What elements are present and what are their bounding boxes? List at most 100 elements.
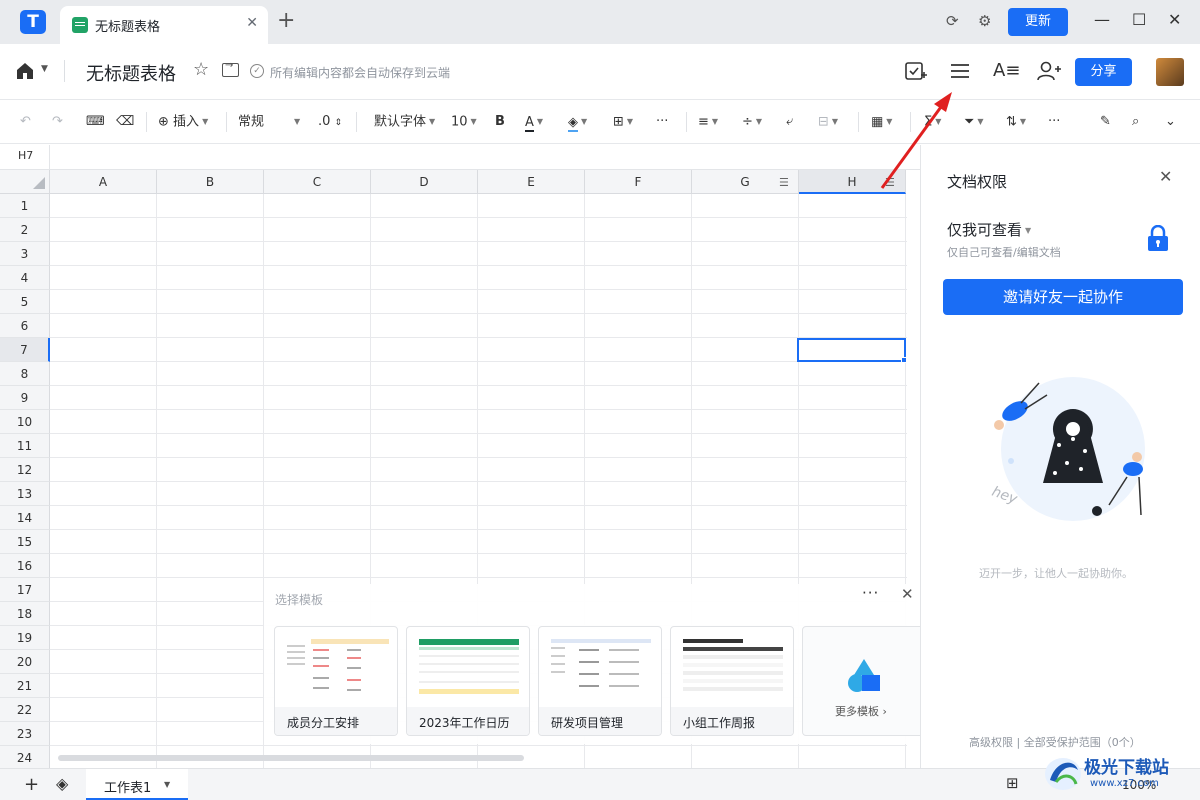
column-header[interactable]: C	[264, 170, 371, 194]
row-header[interactable]: 4	[0, 266, 50, 290]
row-header[interactable]: 17	[0, 578, 50, 602]
refresh-icon[interactable]: ⟳	[946, 12, 959, 30]
wrap-text-icon[interactable]: ⤶	[786, 113, 793, 131]
search-icon[interactable]: ⌕	[1132, 113, 1139, 131]
share-button[interactable]: 分享	[1075, 58, 1132, 86]
column-header[interactable]: A	[50, 170, 157, 194]
font-size-select[interactable]: 10 ▼	[451, 113, 477, 132]
avatar[interactable]	[1156, 58, 1184, 86]
insert-button[interactable]: ⊕ 插入 ▼	[158, 113, 208, 132]
merge-cells-button[interactable]: ⊟ ▼	[818, 113, 838, 132]
template-card[interactable]: 成员分工安排	[274, 626, 398, 736]
more-templates-card[interactable]: 更多模板 ›	[802, 626, 926, 736]
row-header[interactable]: 5	[0, 290, 50, 314]
row-header[interactable]: 10	[0, 410, 50, 434]
cell-reference[interactable]: H7	[18, 149, 33, 162]
column-header[interactable]: F	[585, 170, 692, 194]
new-tab-icon[interactable]: +	[277, 9, 295, 33]
row-header[interactable]: 12	[0, 458, 50, 482]
row-header[interactable]: 8	[0, 362, 50, 386]
row-header[interactable]: 22	[0, 698, 50, 722]
row-header[interactable]: 1	[0, 194, 50, 218]
row-header[interactable]: 21	[0, 674, 50, 698]
document-title[interactable]: 无标题表格	[86, 60, 176, 86]
layers-icon[interactable]: ◈	[56, 774, 68, 793]
conditional-format-button[interactable]: ▦ ▼	[871, 113, 892, 132]
filter-button[interactable]: ⏷ ▼	[964, 113, 984, 132]
edit-mode-icon[interactable]: ✎	[1100, 113, 1111, 131]
font-family-select[interactable]: 默认字体 ▼	[374, 113, 435, 132]
sort-button[interactable]: ⇅ ▼	[1006, 113, 1026, 132]
close-icon[interactable]: ✕	[901, 585, 914, 603]
home-icon[interactable]	[16, 62, 34, 80]
more-tools-icon[interactable]: ···	[1048, 113, 1060, 131]
select-all-corner[interactable]	[0, 170, 50, 194]
row-header[interactable]: 9	[0, 386, 50, 410]
view-grid-icon[interactable]: ⊞	[1006, 774, 1019, 792]
move-icon[interactable]	[222, 60, 239, 77]
sheet-tab[interactable]: 工作表1 ▼	[86, 769, 188, 800]
template-card[interactable]: 小组工作周报	[670, 626, 794, 736]
row-header[interactable]: 20	[0, 650, 50, 674]
close-panel-icon[interactable]: ✕	[1159, 167, 1172, 186]
eraser-icon[interactable]: ⌫	[116, 113, 134, 131]
row-header[interactable]: 15	[0, 530, 50, 554]
column-filter-icon[interactable]: ☰	[885, 176, 895, 189]
row-header[interactable]: 3	[0, 242, 50, 266]
horizontal-scrollbar[interactable]	[58, 755, 524, 761]
close-window-icon[interactable]: ✕	[1168, 10, 1181, 29]
font-color-button[interactable]: A ▼	[525, 113, 543, 132]
add-sheet-icon[interactable]: +	[24, 774, 39, 795]
redo-icon[interactable]: ↷	[52, 113, 63, 131]
column-header[interactable]: E	[478, 170, 585, 194]
row-header[interactable]: 2	[0, 218, 50, 242]
vertical-align-button[interactable]: ÷ ▼	[742, 113, 762, 132]
row-header[interactable]: 19	[0, 626, 50, 650]
minimize-icon[interactable]: —	[1094, 10, 1110, 29]
settings-icon[interactable]: ⚙	[978, 12, 991, 30]
more-format-icon[interactable]: ···	[656, 113, 668, 131]
document-tab[interactable]: 无标题表格 ✕	[60, 6, 268, 44]
row-header-selected[interactable]: 7	[0, 338, 50, 362]
template-card[interactable]: 2023年工作日历	[406, 626, 530, 736]
column-header[interactable]: B	[157, 170, 264, 194]
selected-cell[interactable]	[797, 338, 906, 362]
maximize-icon[interactable]: ☐	[1132, 10, 1146, 29]
permission-select[interactable]: 仅我可查看 ▼	[947, 219, 1031, 240]
fill-color-button[interactable]: ◈ ▼	[568, 113, 587, 132]
bold-button[interactable]: B	[495, 113, 505, 131]
row-header[interactable]: 23	[0, 722, 50, 746]
invite-collaborate-button[interactable]: 邀请好友一起协作	[943, 279, 1183, 315]
format-painter-icon[interactable]: ⌨	[86, 113, 105, 131]
number-format-select[interactable]: 常规 ▼	[238, 113, 300, 132]
star-icon[interactable]: ☆	[193, 59, 209, 80]
row-header[interactable]: 13	[0, 482, 50, 506]
row-header[interactable]: 16	[0, 554, 50, 578]
home-dropdown-icon[interactable]: ▼	[41, 64, 48, 74]
borders-button[interactable]: ⊞ ▼	[613, 113, 633, 132]
row-header[interactable]: 14	[0, 506, 50, 530]
fill-handle[interactable]	[901, 357, 907, 363]
column-header[interactable]: D	[371, 170, 478, 194]
row-header[interactable]: 18	[0, 602, 50, 626]
row-header[interactable]: 6	[0, 314, 50, 338]
column-filter-icon[interactable]: ☰	[779, 176, 789, 189]
template-card[interactable]: 研发项目管理	[538, 626, 662, 736]
text-format-icon[interactable]: A≡	[993, 59, 1020, 83]
checklist-icon[interactable]	[904, 60, 928, 82]
sheet-dropdown-icon[interactable]: ▼	[164, 780, 170, 789]
more-options-icon[interactable]: ···	[862, 584, 879, 602]
app-logo-icon[interactable]: T	[20, 10, 46, 34]
decimal-stepper[interactable]: .0 ⇕	[318, 113, 342, 132]
align-button[interactable]: ≡ ▼	[698, 113, 718, 132]
update-button[interactable]: 更新	[1008, 8, 1068, 36]
menu-icon[interactable]	[950, 62, 970, 80]
add-user-icon[interactable]	[1037, 60, 1061, 82]
undo-icon[interactable]: ↶	[20, 113, 31, 131]
tab-close-icon[interactable]: ✕	[246, 15, 258, 31]
sum-button[interactable]: Σ ▼	[924, 113, 941, 132]
collapse-toolbar-icon[interactable]: ⌄	[1165, 113, 1176, 131]
advanced-permissions-link[interactable]: 高级权限 | 全部受保护范围（0个）	[969, 734, 1141, 750]
row-header[interactable]: 24	[0, 746, 50, 768]
row-header[interactable]: 11	[0, 434, 50, 458]
